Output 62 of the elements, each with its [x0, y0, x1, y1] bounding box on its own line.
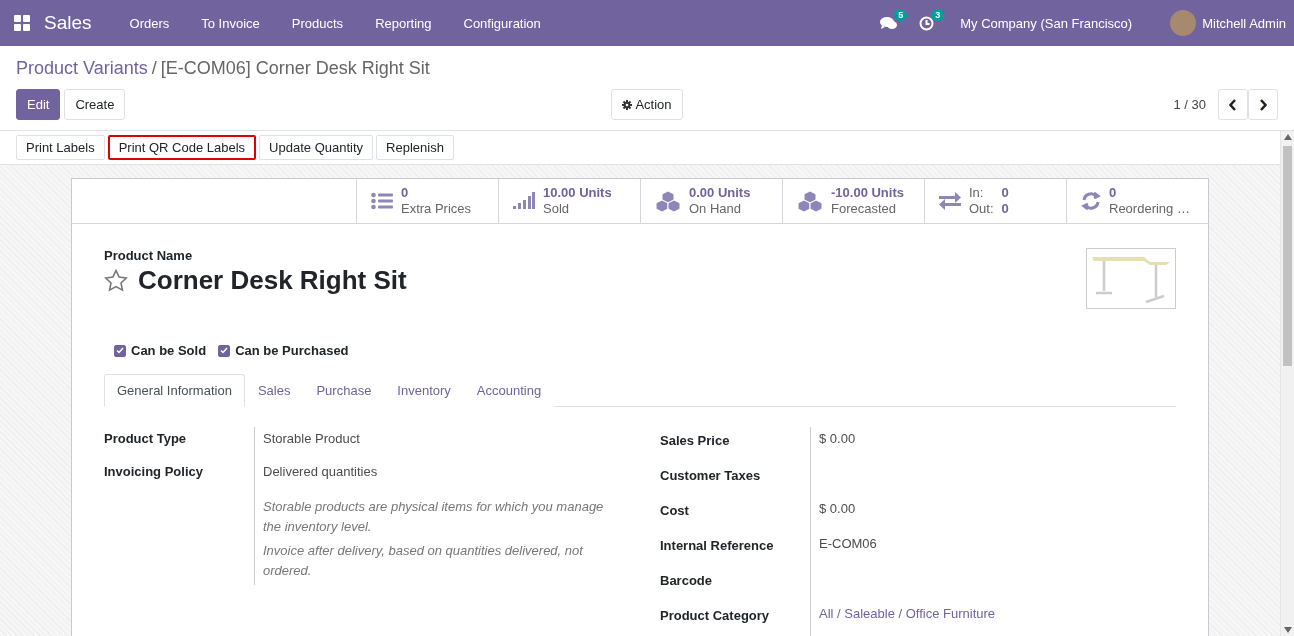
activity-count-badge: 3: [931, 8, 945, 21]
checkmark-icon: [116, 347, 124, 354]
user-menu[interactable]: Mitchell Admin: [1202, 15, 1286, 31]
breadcrumb-current: [E-COM06] Corner Desk Right Sit: [160, 58, 430, 79]
category-link[interactable]: All / Saleable / Office Furniture: [819, 606, 996, 621]
field-label: Invoicing Policy: [104, 463, 204, 481]
field-label: Internal Reference: [660, 537, 775, 555]
chevron-left-icon: [1229, 98, 1237, 111]
field-label: Customer Taxes: [660, 467, 762, 485]
chevron-right-icon: [1259, 98, 1267, 111]
field-value: $ 0.00: [819, 501, 856, 516]
checkbox[interactable]: Can be Sold: [114, 343, 207, 358]
checkmark-icon: [220, 347, 229, 354]
header-button[interactable]: Print QR Code Labels: [107, 135, 257, 160]
menu-item[interactable]: To Invoice: [185, 15, 276, 31]
field-value: E-COM06: [819, 536, 877, 551]
breadcrumb-link[interactable]: Product Variants: [16, 58, 148, 79]
previous-button[interactable]: [1218, 89, 1248, 120]
field-label: Product Name: [104, 248, 194, 263]
tab[interactable]: General Information: [104, 374, 245, 407]
star-icon[interactable]: [104, 269, 128, 292]
refresh-icon: [1081, 191, 1101, 211]
clock-icon[interactable]: [919, 15, 935, 31]
field-label: Barcode: [660, 572, 714, 590]
header-button[interactable]: Print Labels: [16, 135, 105, 160]
create-button[interactable]: Create: [64, 89, 126, 120]
header-button[interactable]: Update Quantity: [259, 135, 374, 160]
pager-counter: 1 / 30: [1173, 97, 1206, 112]
scroll-down-icon[interactable]: [1283, 627, 1292, 633]
cubes-icon: [797, 190, 823, 212]
help-text: Storable products are physical items for which you manage the inventory level.: [263, 498, 605, 536]
help-text: Invoice after delivery, based on quantities delivered, not ordered.: [263, 542, 585, 580]
message-count-badge: 5: [894, 8, 908, 21]
field-label: Cost: [660, 502, 690, 520]
edit-button[interactable]: Edit: [16, 89, 61, 120]
field-label: Product Type: [104, 430, 188, 448]
menu-item[interactable]: Orders: [113, 15, 186, 31]
header-button[interactable]: Replenish: [376, 135, 454, 160]
field-label: Product Category: [660, 607, 771, 625]
app-title: Sales: [44, 12, 92, 34]
company-switcher[interactable]: My Company (San Francisco): [960, 15, 1133, 31]
menu-item[interactable]: Products: [275, 15, 360, 31]
menu-item[interactable]: Reporting: [359, 15, 448, 31]
apps-grid-icon[interactable]: [14, 15, 30, 31]
signal-bars-icon: [513, 192, 535, 210]
product-name: Corner Desk Right Sit: [138, 265, 407, 296]
field-label: Sales Price: [660, 432, 731, 450]
next-button[interactable]: [1248, 89, 1278, 120]
field-value: Delivered quantities: [254, 460, 620, 493]
list-icon: [371, 192, 393, 210]
cubes-icon: [655, 190, 681, 212]
chat-bubbles-icon[interactable]: [880, 15, 898, 31]
menu-item[interactable]: Configuration: [447, 15, 557, 31]
action-button[interactable]: Action: [611, 89, 683, 120]
gear-icon: [622, 99, 633, 110]
field-value: $ 0.00: [819, 431, 856, 446]
transfer-arrows-icon: [939, 192, 961, 210]
scroll-up-icon[interactable]: [1283, 134, 1292, 140]
checkbox[interactable]: Can be Purchased: [218, 343, 349, 358]
breadcrumb-separator: /: [151, 58, 157, 79]
field-value: Storable Product: [254, 427, 620, 460]
scrollbar[interactable]: [1280, 131, 1294, 636]
